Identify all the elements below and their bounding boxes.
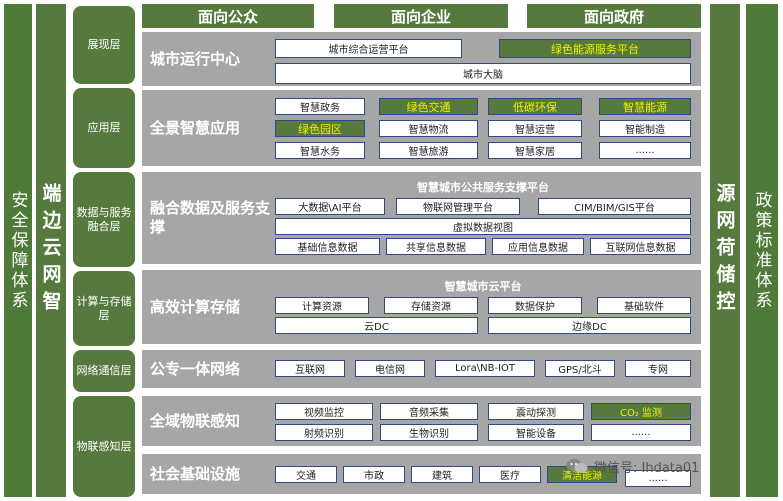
band-network-title: 公专一体网络 (150, 359, 241, 378)
sensing-item: 视频监控 (275, 403, 373, 420)
policy-standard-label: 政策标准体系 (751, 190, 772, 311)
infra-item: 建筑 (411, 466, 473, 483)
policy-standard-column: 政策标准体系 (746, 4, 778, 497)
compute-subtitle: 智慧城市云平台 (444, 280, 522, 293)
layer-label-iot: 物联感知层 (73, 396, 135, 497)
watermark-text: 微信号: Ihdata01 (594, 460, 700, 476)
network-item: 电信网 (355, 360, 425, 377)
band-infra-title: 社会基础设施 (150, 464, 241, 483)
data-item: CIM/BIM/GIS平台 (538, 198, 691, 215)
network-item: 专网 (625, 360, 691, 377)
source-grid-column: 源网荷储控 (710, 4, 740, 497)
sensing-item: 射频识别 (275, 424, 373, 441)
layer-label-display: 展现层 (73, 6, 135, 84)
header-public: 面向公众 (142, 4, 314, 28)
header-enterprise: 面向企业 (334, 4, 508, 28)
app-item: 智慧物流 (379, 120, 478, 137)
layer-label-network: 网络通信层 (73, 350, 135, 392)
band-compute-title: 高效计算存储 (150, 297, 241, 316)
infra-item: 医疗 (479, 466, 541, 483)
source-grid-label: 源网荷储控 (713, 183, 736, 318)
app-item-highlight: 绿色园区 (275, 120, 365, 137)
box-city-ops-platform: 城市综合运营平台 (275, 39, 462, 58)
sensing-item: 智能设备 (488, 424, 584, 441)
data-item: 互联网信息数据 (590, 238, 691, 255)
data-item: 物联网管理平台 (396, 198, 520, 215)
band-city-ops-title: 城市运行中心 (150, 49, 241, 68)
app-item-highlight: 智慧能源 (599, 98, 691, 115)
compute-item: 存储资源 (384, 297, 478, 314)
wechat-watermark: 微信号: Ihdata01 (566, 455, 766, 477)
compute-item: 数据保护 (488, 297, 582, 314)
layer-label-compute: 计算与存储层 (73, 271, 135, 346)
app-item-highlight: 绿色交通 (379, 98, 478, 115)
data-support-subtitle: 智慧城市公共服务支撑平台 (417, 181, 549, 194)
layer-label-data-service: 数据与服务融合层 (73, 172, 135, 267)
app-item-highlight: 低碳环保 (488, 98, 582, 115)
sensing-item-co2: CO₂ 监测 (591, 403, 691, 420)
header-government: 面向政府 (527, 4, 701, 28)
network-item: 互联网 (275, 360, 345, 377)
edge-cloud-label: 端边云网智 (39, 183, 62, 318)
band-sensing-title: 全域物联感知 (150, 411, 241, 430)
infra-item: 交通 (275, 466, 337, 483)
layer-label-application: 应用层 (73, 88, 135, 168)
security-system-label: 安全保障体系 (7, 190, 28, 311)
app-item: 智慧水务 (275, 142, 365, 159)
compute-item-edge-dc: 边缘DC (488, 317, 691, 334)
app-item-more: ...... (599, 142, 691, 159)
sensing-item-more: ...... (591, 424, 691, 441)
data-item-virtual-view: 虚拟数据视图 (275, 218, 691, 235)
network-item: GPS/北斗 (545, 360, 615, 377)
network-item: Lora\NB-IOT (435, 360, 535, 377)
box-city-brain: 城市大脑 (275, 63, 691, 84)
sensing-item: 震动探测 (488, 403, 584, 420)
edge-cloud-column: 端边云网智 (36, 4, 66, 497)
data-item: 应用信息数据 (492, 238, 584, 255)
data-item: 共享信息数据 (386, 238, 486, 255)
app-item: 智慧运营 (488, 120, 582, 137)
app-item: 智慧旅游 (379, 142, 478, 159)
box-green-energy-platform: 绿色能源服务平台 (499, 39, 691, 58)
band-data-support-title: 融合数据及服务支撑 (150, 199, 271, 236)
sensing-item: 音频采集 (380, 403, 478, 420)
app-item: 智慧政务 (275, 98, 365, 115)
wechat-icon (566, 458, 588, 474)
compute-item: 计算资源 (275, 297, 369, 314)
security-system-column: 安全保障体系 (4, 4, 32, 497)
app-item: 智能制造 (599, 120, 691, 137)
infra-item: 市政 (343, 466, 405, 483)
compute-item-cloud-dc: 云DC (275, 317, 478, 334)
compute-item: 基础软件 (597, 297, 691, 314)
data-item: 基础信息数据 (275, 238, 380, 255)
data-item: 大数据\AI平台 (275, 198, 385, 215)
band-smart-apps-title: 全景智慧应用 (150, 118, 241, 137)
app-item: 智慧家居 (488, 142, 582, 159)
sensing-item: 生物识别 (380, 424, 478, 441)
